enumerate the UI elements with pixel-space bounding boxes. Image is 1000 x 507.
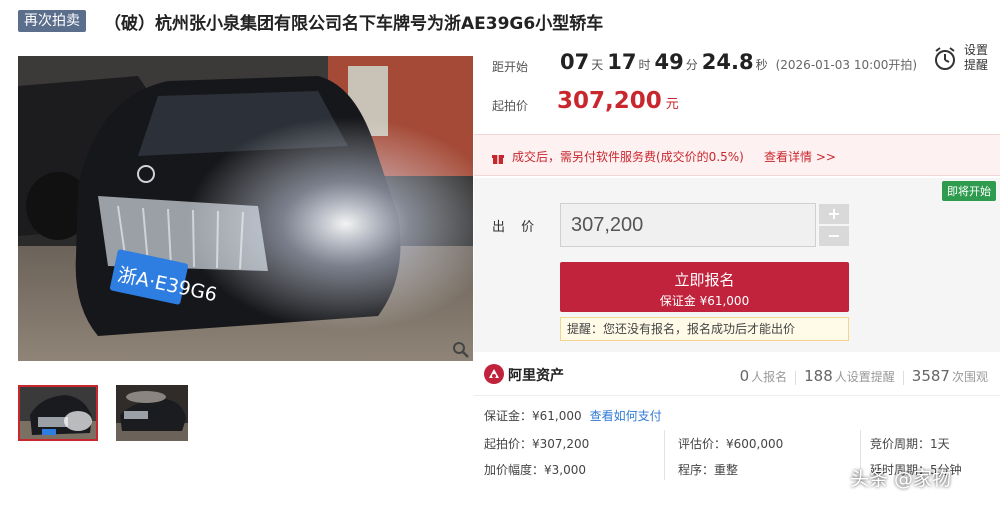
start-price-info: 起拍价：¥307,200 [484,437,590,451]
set-reminder-line2: 提醒 [964,58,989,72]
signup-button-label: 立即报名 [674,271,735,289]
countdown-hours: 17 [607,50,637,74]
countdown-minutes: 49 [654,50,684,74]
decrease-bid-button[interactable]: − [819,226,849,246]
signup-count: 0 [739,367,750,385]
appraisal-info: 评估价：¥600,000 [678,437,784,451]
procedure-info: 程序：重整 [678,463,739,477]
start-price-label: 起拍价 [492,99,529,113]
gift-icon [492,150,504,164]
bid-amount-input[interactable] [560,203,816,247]
signup-reminder-tip: 提醒：您还没有报名，报名成功后才能出价 [560,317,849,341]
set-reminder-button[interactable]: 设置 提醒 [964,43,994,73]
deposit-text: 保证金：¥61,000 [484,409,582,423]
service-fee-text: 成交后，需另付软件服务费(成交价的0.5%) [512,150,744,164]
page-title: （破）杭州张小泉集团有限公司名下车牌号为浙AE39G6小型轿车 [104,14,604,34]
auction-stats: 0 人报名 188 人设置提醒 3587 次围观 [740,367,988,385]
start-time: (2026-01-03 10:00开拍) [775,58,918,72]
increase-bid-button[interactable]: + [819,204,849,224]
page-header: 再次拍卖 （破）杭州张小泉集团有限公司名下车牌号为浙AE39G6小型轿车 [0,0,1000,44]
bid-panel: 即将开始 出 价 + − 立即报名 保证金 ¥61,000 提醒：您还没有报名，… [474,178,1000,352]
view-count-label: 次围观 [951,370,988,384]
watermark-text: 头条 @家物 [850,468,952,490]
view-count: 3587 [911,367,950,385]
countdown-hours-unit: 时 [638,58,651,72]
countdown-seconds-unit: 秒 [755,58,768,72]
reminder-count: 188 [804,367,833,385]
reminder-count-label: 人设置提醒 [834,370,895,384]
view-details-link[interactable]: 查看详情 >> [764,148,836,165]
countdown-days: 07 [560,50,590,74]
start-price: 307,200 元 [557,88,679,114]
car-illustration: 浙A·E39G6 [18,56,473,361]
ali-assets-logo-icon [484,364,504,384]
main-car-photo[interactable]: 浙A·E39G6 [18,56,473,361]
thumbnail-1[interactable] [18,385,98,441]
stat-divider [795,370,797,385]
signup-count-label: 人报名 [751,370,788,384]
set-reminder-line1: 设置 [964,43,989,57]
signup-now-button[interactable]: 立即报名 保证金 ¥61,000 [560,262,849,312]
stat-divider [902,370,904,385]
increment-info: 加价幅度：¥3,000 [484,463,586,477]
start-price-value: 307,200 [557,88,662,114]
countdown-days-unit: 天 [591,58,604,72]
countdown-minutes-unit: 分 [685,58,698,72]
how-to-pay-link[interactable]: 查看如何支付 [590,409,662,423]
countdown-label: 距开始 [492,60,529,74]
alarm-clock-icon[interactable] [933,46,957,72]
bid-label: 出 价 [492,220,541,235]
service-fee-notice: 成交后，需另付软件服务费(成交价的0.5%) 查看详情 >> [474,134,1000,176]
countdown-timer: 07 天 17 时 49 分 24.8 秒 (2026-01-03 10:00开拍) [560,50,917,74]
auction-type-badge: 再次拍卖 [18,10,86,32]
cycle-info: 竞价周期：1天 [870,437,950,451]
countdown-seconds: 24.8 [701,50,754,74]
status-badge: 即将开始 [942,181,996,201]
section-divider [474,395,1000,396]
signup-deposit-label: 保证金 ¥61,000 [659,294,750,308]
zoom-icon[interactable] [452,341,470,359]
thumbnail-2[interactable] [116,385,196,441]
deposit-info: 保证金：¥61,000 查看如何支付 [484,407,662,424]
start-price-unit: 元 [665,97,679,112]
info-column-divider [664,430,665,480]
platform-name: 阿里资产 [508,368,564,384]
